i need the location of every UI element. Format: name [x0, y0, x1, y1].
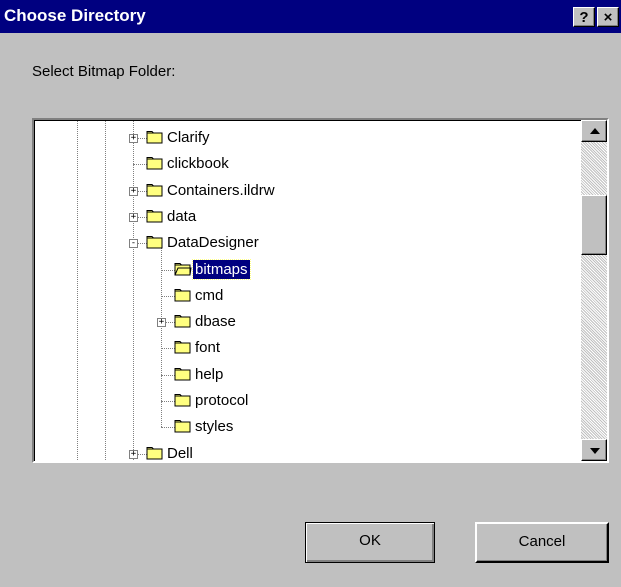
- arrow-down-icon: [590, 448, 600, 454]
- folder-icon: [174, 419, 192, 433]
- tree-item-font[interactable]: font: [193, 338, 222, 357]
- collapse-icon[interactable]: -: [129, 239, 138, 249]
- tree-item-cmd[interactable]: cmd: [193, 286, 225, 305]
- expand-icon[interactable]: +: [129, 212, 138, 222]
- folder-icon: [174, 340, 192, 354]
- folder-icon: [174, 314, 192, 328]
- tree-connector-line: [161, 374, 175, 376]
- window-title: Choose Directory: [4, 6, 146, 25]
- directory-tree[interactable]: + Clarify clickbook + Containers.ildrw + data -…: [32, 118, 609, 463]
- open-folder-icon: [174, 262, 192, 276]
- close-button[interactable]: ×: [597, 7, 619, 27]
- tree-item-dbase[interactable]: dbase: [193, 312, 238, 331]
- tree-item-clickbook[interactable]: clickbook: [165, 154, 231, 173]
- tree-item-dell[interactable]: Dell: [165, 444, 195, 461]
- tree-connector-line: [161, 401, 175, 402]
- folder-icon: [174, 288, 192, 302]
- folder-icon: [146, 130, 164, 144]
- folder-icon: [146, 209, 164, 223]
- title-bar: Choose Directory ? ×: [0, 0, 621, 33]
- tree-item-data[interactable]: data: [165, 207, 198, 226]
- ok-button[interactable]: OK: [305, 522, 435, 563]
- folder-icon: [146, 446, 164, 460]
- expand-icon[interactable]: +: [129, 449, 138, 459]
- help-button[interactable]: ?: [573, 7, 595, 27]
- tree-connector-line: [161, 269, 175, 271]
- tree-connector-line: [161, 427, 175, 429]
- arrow-up-icon: [590, 128, 600, 134]
- tree-view[interactable]: + Clarify clickbook + Containers.ildrw + data -…: [34, 120, 581, 461]
- tree-item-bitmaps[interactable]: bitmaps: [192, 258, 251, 280]
- tree-connector-line: [161, 295, 175, 297]
- expand-icon[interactable]: +: [129, 186, 138, 196]
- tree-item-containers-ildrw[interactable]: Containers.ildrw: [165, 181, 277, 200]
- folder-icon: [146, 235, 164, 249]
- tree-guide-line: [105, 121, 106, 461]
- tree-item-datadesigner[interactable]: DataDesigner: [165, 233, 261, 252]
- scroll-up-button[interactable]: [581, 120, 607, 142]
- expand-icon[interactable]: +: [157, 318, 166, 328]
- tree-connector-line: [133, 164, 147, 166]
- folder-icon: [174, 393, 192, 407]
- tree-item-clarify[interactable]: Clarify: [165, 128, 212, 147]
- tree-item-styles[interactable]: styles: [193, 417, 235, 436]
- expand-icon[interactable]: +: [129, 134, 138, 143]
- tree-connector-line: [161, 348, 175, 350]
- tree-item-help[interactable]: help: [193, 365, 225, 384]
- folder-icon: [174, 367, 192, 381]
- tree-guide-line: [77, 121, 78, 461]
- folder-icon: [146, 183, 164, 197]
- cancel-button[interactable]: Cancel: [475, 522, 609, 563]
- folder-icon: [146, 156, 164, 170]
- scroll-down-button[interactable]: [581, 439, 607, 461]
- prompt-label: Select Bitmap Folder:: [32, 63, 176, 80]
- vertical-scrollbar[interactable]: [581, 120, 607, 461]
- tree-connector-line: [133, 121, 134, 461]
- tree-item-protocol[interactable]: protocol: [193, 391, 250, 410]
- scroll-thumb[interactable]: [581, 195, 607, 255]
